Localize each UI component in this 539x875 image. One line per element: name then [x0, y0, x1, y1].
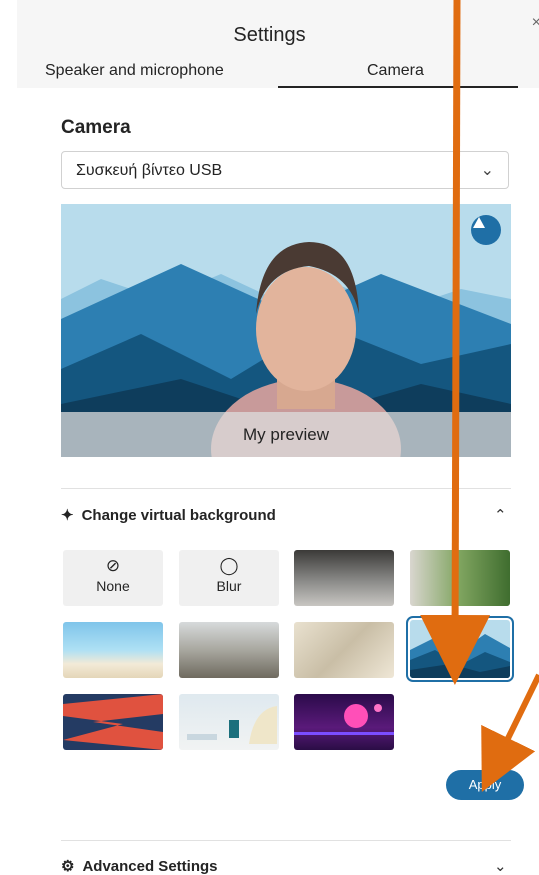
- background-thumb-beach[interactable]: [63, 622, 163, 678]
- settings-title: Settings: [233, 24, 306, 46]
- none-icon: ⊘: [105, 556, 121, 575]
- background-thumb-abstract-room[interactable]: [179, 694, 279, 750]
- preview-label: My preview: [61, 412, 511, 457]
- none-label: None: [96, 578, 130, 594]
- blur-icon: ◯: [219, 556, 239, 575]
- background-thumb-shadows[interactable]: [294, 622, 394, 678]
- camera-device-select[interactable]: Συσκευή βίντεο USB ⌄: [61, 151, 509, 189]
- advanced-settings-title: Advanced Settings: [82, 857, 218, 875]
- background-thumb-blurred-room[interactable]: [179, 622, 279, 678]
- divider: [61, 840, 511, 841]
- camera-section-title: Camera: [61, 117, 131, 138]
- chevron-up-icon[interactable]: ⌃: [494, 506, 507, 524]
- chevron-down-icon[interactable]: ⌄: [494, 857, 507, 875]
- change-virtual-background-toggle[interactable]: ✦ Change virtual background: [61, 506, 276, 525]
- camera-device-value: Συσκευή βίντεο USB: [76, 162, 223, 179]
- background-thumb-living-room[interactable]: [410, 550, 510, 606]
- blur-label: Blur: [216, 578, 242, 594]
- chevron-down-icon: ⌄: [480, 162, 494, 179]
- neon-thumbnail-image: [294, 704, 394, 735]
- divider: [61, 488, 511, 489]
- background-thumb-neon[interactable]: [294, 694, 394, 750]
- background-option-none[interactable]: ⊘ None: [63, 550, 163, 606]
- virtual-background-title: Change virtual background: [81, 506, 276, 524]
- apply-button[interactable]: Apply: [446, 770, 524, 800]
- advanced-settings-toggle[interactable]: ⚙ Advanced Settings: [61, 857, 217, 875]
- background-thumb-red-shapes[interactable]: [63, 694, 163, 750]
- abstract-room-thumbnail-image: [187, 706, 277, 744]
- mountains-thumbnail-image: [410, 634, 510, 678]
- pop-out-icon[interactable]: [471, 215, 501, 245]
- gear-icon: ⚙: [61, 858, 75, 875]
- active-tab-indicator: [278, 86, 518, 88]
- red-shapes-thumbnail-image: [63, 694, 163, 750]
- background-thumb-office[interactable]: [294, 550, 394, 606]
- annotation-arrow-apply: [481, 673, 539, 792]
- background-thumb-mountains[interactable]: [406, 616, 514, 682]
- camera-preview: My preview: [61, 204, 511, 457]
- background-option-blur[interactable]: ◯ Blur: [179, 550, 279, 606]
- tab-camera[interactable]: Camera: [367, 62, 424, 80]
- tab-speaker-and-microphone[interactable]: Speaker and microphone: [45, 62, 224, 80]
- close-icon[interactable]: ×: [532, 14, 539, 32]
- magic-wand-icon: ✦: [61, 507, 74, 524]
